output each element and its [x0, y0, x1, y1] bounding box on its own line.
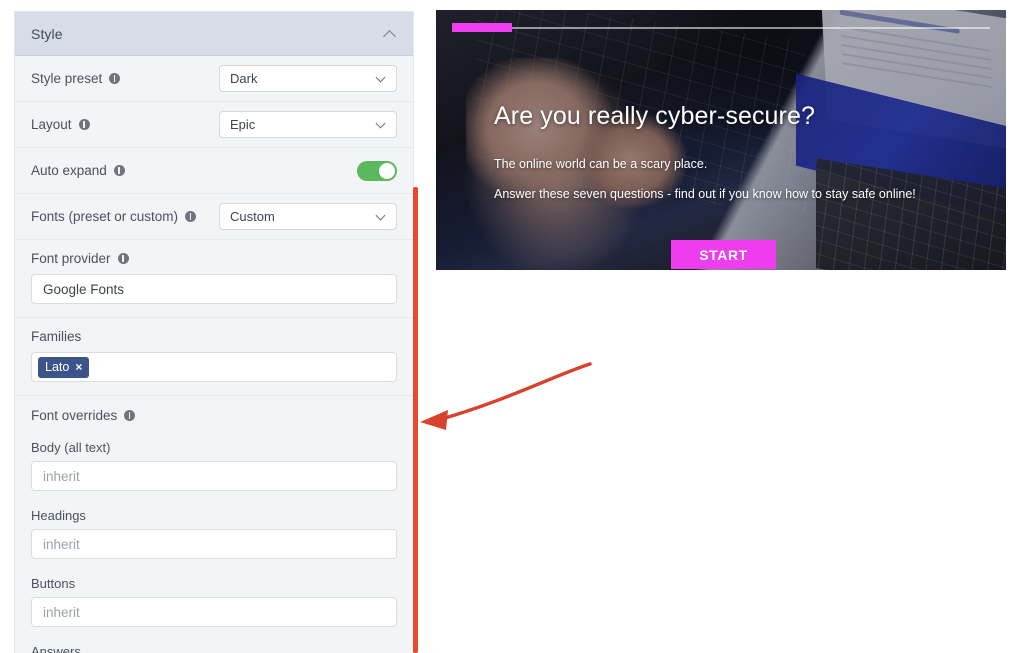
- page-title: Style: [31, 25, 63, 42]
- fonts-mode-label: Fonts (preset or custom): [31, 209, 219, 224]
- body-all-text-label: Body (all text): [31, 440, 111, 455]
- style-section-header[interactable]: Style: [15, 12, 413, 56]
- families-text: Families: [31, 329, 82, 344]
- row-fonts-mode: Fonts (preset or custom) Custom: [15, 194, 413, 240]
- preview-overlay: [436, 10, 1006, 270]
- font-provider-label: Font provider: [31, 251, 397, 266]
- style-settings-panel: Style Style preset Dark Layout Epic Auto…: [14, 11, 414, 653]
- fonts-mode-text: Fonts (preset or custom): [31, 209, 179, 224]
- quiz-intro-line-2: Answer these seven questions - find out …: [494, 187, 916, 201]
- body-all-text-input[interactable]: inherit: [31, 461, 397, 491]
- answers-label: Answers: [31, 644, 81, 653]
- quiz-preview: Are you really cyber-secure? The online …: [436, 10, 1006, 270]
- chevron-down-icon: [377, 120, 386, 129]
- font-overrides-label: Font overrides: [31, 408, 397, 423]
- quiz-progress-track: [452, 27, 990, 29]
- buttons-input[interactable]: inherit: [31, 597, 397, 627]
- field-headings: Headings inherit: [15, 501, 413, 569]
- close-icon[interactable]: ×: [75, 361, 82, 373]
- style-preset-text: Style preset: [31, 71, 103, 86]
- auto-expand-text: Auto expand: [31, 163, 107, 178]
- style-preset-label: Style preset: [31, 71, 219, 86]
- quiz-title: Are you really cyber-secure?: [494, 102, 815, 130]
- info-icon[interactable]: [185, 211, 197, 222]
- quiz-start-button[interactable]: START: [671, 240, 776, 269]
- font-provider-select[interactable]: Google Fonts: [31, 274, 397, 304]
- row-auto-expand: Auto expand: [15, 148, 413, 194]
- layout-text: Layout: [31, 117, 72, 132]
- row-layout: Layout Epic: [15, 102, 413, 148]
- family-tag-lato[interactable]: Lato ×: [38, 356, 90, 378]
- layout-select[interactable]: Epic: [219, 111, 397, 138]
- headings-label: Headings: [31, 508, 86, 523]
- fonts-mode-select[interactable]: Custom: [219, 203, 397, 230]
- toggle-knob: [379, 162, 395, 179]
- buttons-label: Buttons: [31, 576, 76, 591]
- headings-input[interactable]: inherit: [31, 529, 397, 559]
- quiz-intro-line-1: The online world can be a scary place.: [494, 157, 708, 171]
- auto-expand-label: Auto expand: [31, 163, 357, 178]
- quiz-progress-fill: [452, 23, 512, 32]
- layout-value: Epic: [230, 117, 256, 132]
- field-body-all-text: Body (all text) inherit: [15, 433, 413, 501]
- field-answers: Answers inherit: [15, 637, 413, 653]
- layout-label: Layout: [31, 117, 219, 132]
- info-icon[interactable]: [113, 165, 125, 176]
- annotation-arrow-icon: [420, 362, 592, 430]
- font-provider-value: Google Fonts: [43, 281, 125, 297]
- field-buttons: Buttons inherit: [15, 569, 413, 637]
- families-input[interactable]: Lato ×: [31, 352, 397, 382]
- block-font-provider: Font provider Google Fonts: [15, 240, 413, 318]
- info-icon[interactable]: [109, 73, 121, 84]
- row-style-preset: Style preset Dark: [15, 56, 413, 102]
- chevron-up-icon[interactable]: [383, 27, 397, 41]
- style-preset-select[interactable]: Dark: [219, 65, 397, 92]
- style-preset-value: Dark: [230, 71, 258, 86]
- auto-expand-toggle[interactable]: [357, 160, 397, 181]
- families-label: Families: [31, 329, 397, 344]
- info-icon[interactable]: [117, 253, 129, 264]
- app-root: Style Style preset Dark Layout Epic Auto…: [0, 0, 1024, 653]
- annotation-vertical-bar: [413, 187, 418, 653]
- info-icon[interactable]: [78, 119, 90, 130]
- info-icon[interactable]: [124, 410, 136, 421]
- family-tag-label: Lato: [45, 360, 70, 374]
- font-overrides-header: Font overrides: [15, 396, 413, 433]
- chevron-down-icon: [377, 212, 386, 221]
- font-overrides-text: Font overrides: [31, 408, 118, 423]
- fonts-mode-value: Custom: [230, 209, 275, 224]
- chevron-down-icon: [377, 74, 386, 83]
- block-families: Families Lato ×: [15, 318, 413, 396]
- font-provider-text: Font provider: [31, 251, 111, 266]
